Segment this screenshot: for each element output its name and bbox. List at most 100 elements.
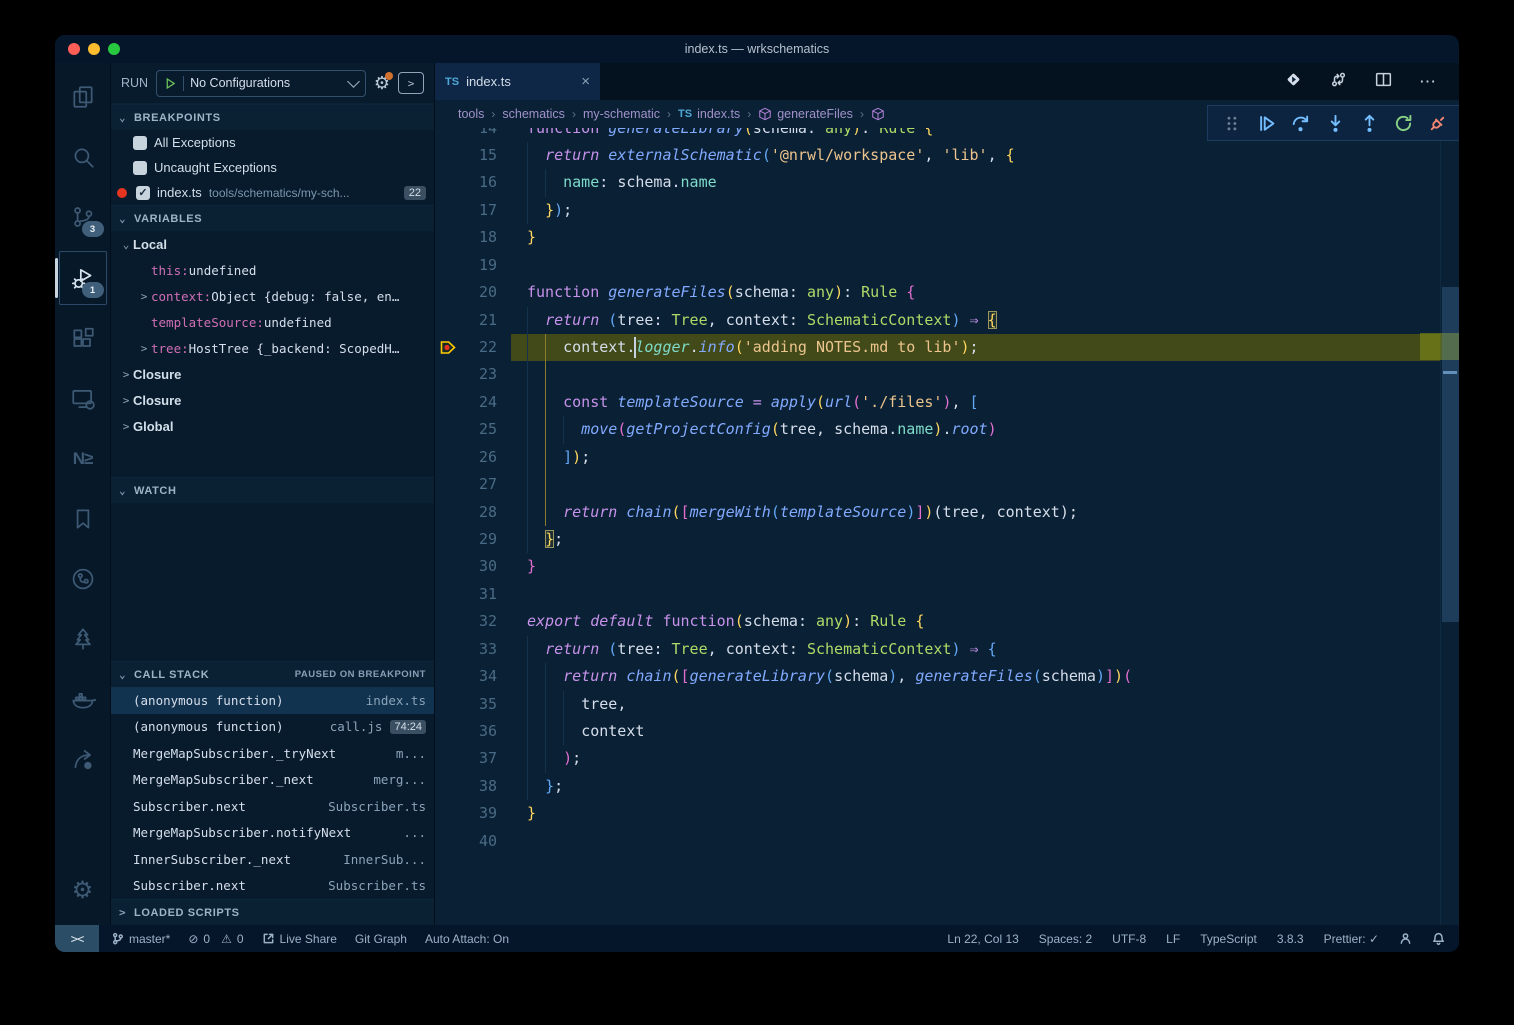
code-line-34[interactable]: 34 return chain([generateLibrary(schema)… (435, 663, 1441, 690)
compare-changes-icon[interactable] (1329, 70, 1348, 94)
code-line-30[interactable]: 30} (435, 553, 1441, 580)
code-line-16[interactable]: 16 name: schema.name (435, 169, 1441, 196)
more-actions-icon[interactable]: ⋯ (1419, 72, 1437, 92)
status-live-share[interactable]: Live Share (262, 932, 337, 946)
status-prettier[interactable]: Prettier: ✓ (1324, 932, 1379, 946)
variable-row[interactable]: this: undefined (111, 257, 434, 283)
breakpoint-checkbox[interactable] (133, 136, 147, 150)
variable-row[interactable]: templateSource: undefined (111, 309, 434, 335)
code-line-37[interactable]: 37 ); (435, 745, 1441, 772)
breadcrumb-item-tools[interactable]: tools (458, 107, 484, 121)
status-feedback[interactable] (1399, 932, 1412, 945)
code-line-20[interactable]: 20function generateFiles(schema: any): R… (435, 279, 1441, 306)
call-stack-frame[interactable]: Subscriber.nextSubscriber.ts (111, 793, 434, 820)
run-debug-icon[interactable]: 1 (59, 251, 107, 305)
bookmarks-icon[interactable] (60, 493, 106, 545)
remote-indicator[interactable]: >< (55, 925, 99, 952)
call-stack-frame[interactable]: MergeMapSubscriber._tryNextm... (111, 740, 434, 767)
breakpoint-checkbox[interactable]: ✓ (136, 186, 150, 200)
gitlens-icon[interactable] (1284, 70, 1303, 94)
code-line-33[interactable]: 33 return (tree: Tree, context: Schemati… (435, 636, 1441, 663)
breakpoints-section-header[interactable]: ⌄ BREAKPOINTS (111, 104, 434, 130)
todo-tree-icon[interactable] (60, 613, 106, 665)
remote-explorer-icon[interactable] (60, 373, 106, 425)
code-line-28[interactable]: 28 return chain([mergeWith(templateSourc… (435, 499, 1441, 526)
code-line-38[interactable]: 38 }; (435, 773, 1441, 800)
status-indentation[interactable]: Spaces: 2 (1039, 932, 1092, 946)
call-stack-frame[interactable]: InnerSubscriber._nextInnerSub... (111, 846, 434, 873)
debug-console-button[interactable]: > (398, 72, 424, 94)
call-stack-frame[interactable]: Subscriber.nextSubscriber.ts (111, 873, 434, 900)
code-line-18[interactable]: 18} (435, 224, 1441, 251)
git-graph-circle-icon[interactable] (60, 553, 106, 605)
status-problems[interactable]: ⊘0⚠0 (188, 932, 243, 946)
split-editor-icon[interactable] (1374, 70, 1393, 94)
nx-console-icon[interactable]: N≥ (60, 433, 106, 485)
code-line-35[interactable]: 35 tree, (435, 691, 1441, 718)
code-line-23[interactable]: 23 (435, 361, 1441, 388)
code-line-17[interactable]: 17 }); (435, 197, 1441, 224)
code-line-32[interactable]: 32export default function(schema: any): … (435, 608, 1441, 635)
code-line-15[interactable]: 15 return externalSchematic('@nrwl/works… (435, 142, 1441, 169)
explorer-icon[interactable] (60, 71, 106, 123)
code-line-39[interactable]: 39} (435, 800, 1441, 827)
code-line-26[interactable]: 26 ]); (435, 444, 1441, 471)
scrollbar-slider[interactable] (1442, 287, 1459, 622)
minimize-window-button[interactable] (88, 43, 100, 55)
search-icon[interactable] (60, 131, 106, 183)
code-line-19[interactable]: 19 (435, 252, 1441, 279)
disconnect-icon[interactable] (1428, 114, 1447, 133)
close-tab-icon[interactable]: × (581, 73, 590, 90)
editor-scrollbar[interactable] (1440, 63, 1459, 925)
restart-icon[interactable] (1394, 114, 1413, 133)
tab-index-ts[interactable]: TS index.ts × (435, 63, 600, 100)
launch-configuration-dropdown[interactable]: No Configurations (156, 70, 366, 97)
status-ts-version[interactable]: 3.8.3 (1277, 932, 1304, 946)
status-auto-attach[interactable]: Auto Attach: On (425, 932, 509, 946)
drag-grip-icon[interactable] (1223, 114, 1242, 133)
code-line-21[interactable]: 21 return (tree: Tree, context: Schemati… (435, 307, 1441, 334)
close-window-button[interactable] (68, 43, 80, 55)
breakpoint-checkbox[interactable] (133, 161, 147, 175)
status-git-graph[interactable]: Git Graph (355, 932, 407, 946)
breakpoint-row[interactable]: Uncaught Exceptions (111, 155, 434, 180)
variables-scope-row[interactable]: ⌄Local (111, 231, 434, 257)
debug-settings-gear[interactable]: ⚙ (374, 74, 390, 92)
breadcrumb-item-index-ts[interactable]: TSindex.ts (678, 107, 740, 121)
source-control-icon[interactable]: 3 (60, 191, 106, 243)
code-line-24[interactable]: 24 const templateSource = apply(url('./f… (435, 389, 1441, 416)
breadcrumb-item--function-[interactable] (871, 107, 890, 121)
loaded-scripts-section-header[interactable]: > LOADED SCRIPTS (111, 899, 434, 925)
call-stack-frame[interactable]: (anonymous function)index.ts (111, 687, 434, 714)
settings-gear-icon[interactable]: ⚙ (60, 865, 106, 917)
docker-icon[interactable] (60, 673, 106, 725)
status-cursor-position[interactable]: Ln 22, Col 13 (947, 932, 1018, 946)
code-line-31[interactable]: 31 (435, 581, 1441, 608)
live-share-icon[interactable] (60, 733, 106, 785)
start-debug-icon[interactable] (164, 77, 177, 90)
step-over-icon[interactable] (1291, 114, 1310, 133)
code-line-29[interactable]: 29 }; (435, 526, 1441, 553)
extensions-icon[interactable] (60, 313, 106, 365)
status-notifications[interactable] (1432, 932, 1445, 945)
breakpoint-row[interactable]: ✓index.tstools/schematics/my-sch...22 (111, 180, 434, 205)
watch-section-header[interactable]: ⌄ WATCH (111, 477, 434, 503)
breadcrumb-item-schematics[interactable]: schematics (502, 107, 565, 121)
status-encoding[interactable]: UTF-8 (1112, 932, 1146, 946)
continue-icon[interactable] (1257, 114, 1276, 133)
variables-scope-row[interactable]: >Closure (111, 387, 434, 413)
zoom-window-button[interactable] (108, 43, 120, 55)
status-git-branch[interactable]: master* (111, 932, 170, 946)
breakpoint-row[interactable]: All Exceptions (111, 130, 434, 155)
code-area[interactable]: 14function generateLibrary(schema: any):… (435, 63, 1459, 925)
variable-row[interactable]: >tree: HostTree {_backend: ScopedH… (111, 335, 434, 361)
variables-scope-row[interactable]: >Closure (111, 361, 434, 387)
code-line-27[interactable]: 27 (435, 471, 1441, 498)
code-line-25[interactable]: 25 move(getProjectConfig(tree, schema.na… (435, 416, 1441, 443)
status-eol[interactable]: LF (1166, 932, 1180, 946)
code-line-40[interactable]: 40 (435, 828, 1441, 855)
step-into-icon[interactable] (1326, 114, 1345, 133)
call-stack-frame[interactable]: MergeMapSubscriber.notifyNext... (111, 820, 434, 847)
breadcrumb-item-generatefiles[interactable]: generateFiles (758, 107, 853, 121)
call-stack-frame[interactable]: MergeMapSubscriber._nextmerg... (111, 767, 434, 794)
